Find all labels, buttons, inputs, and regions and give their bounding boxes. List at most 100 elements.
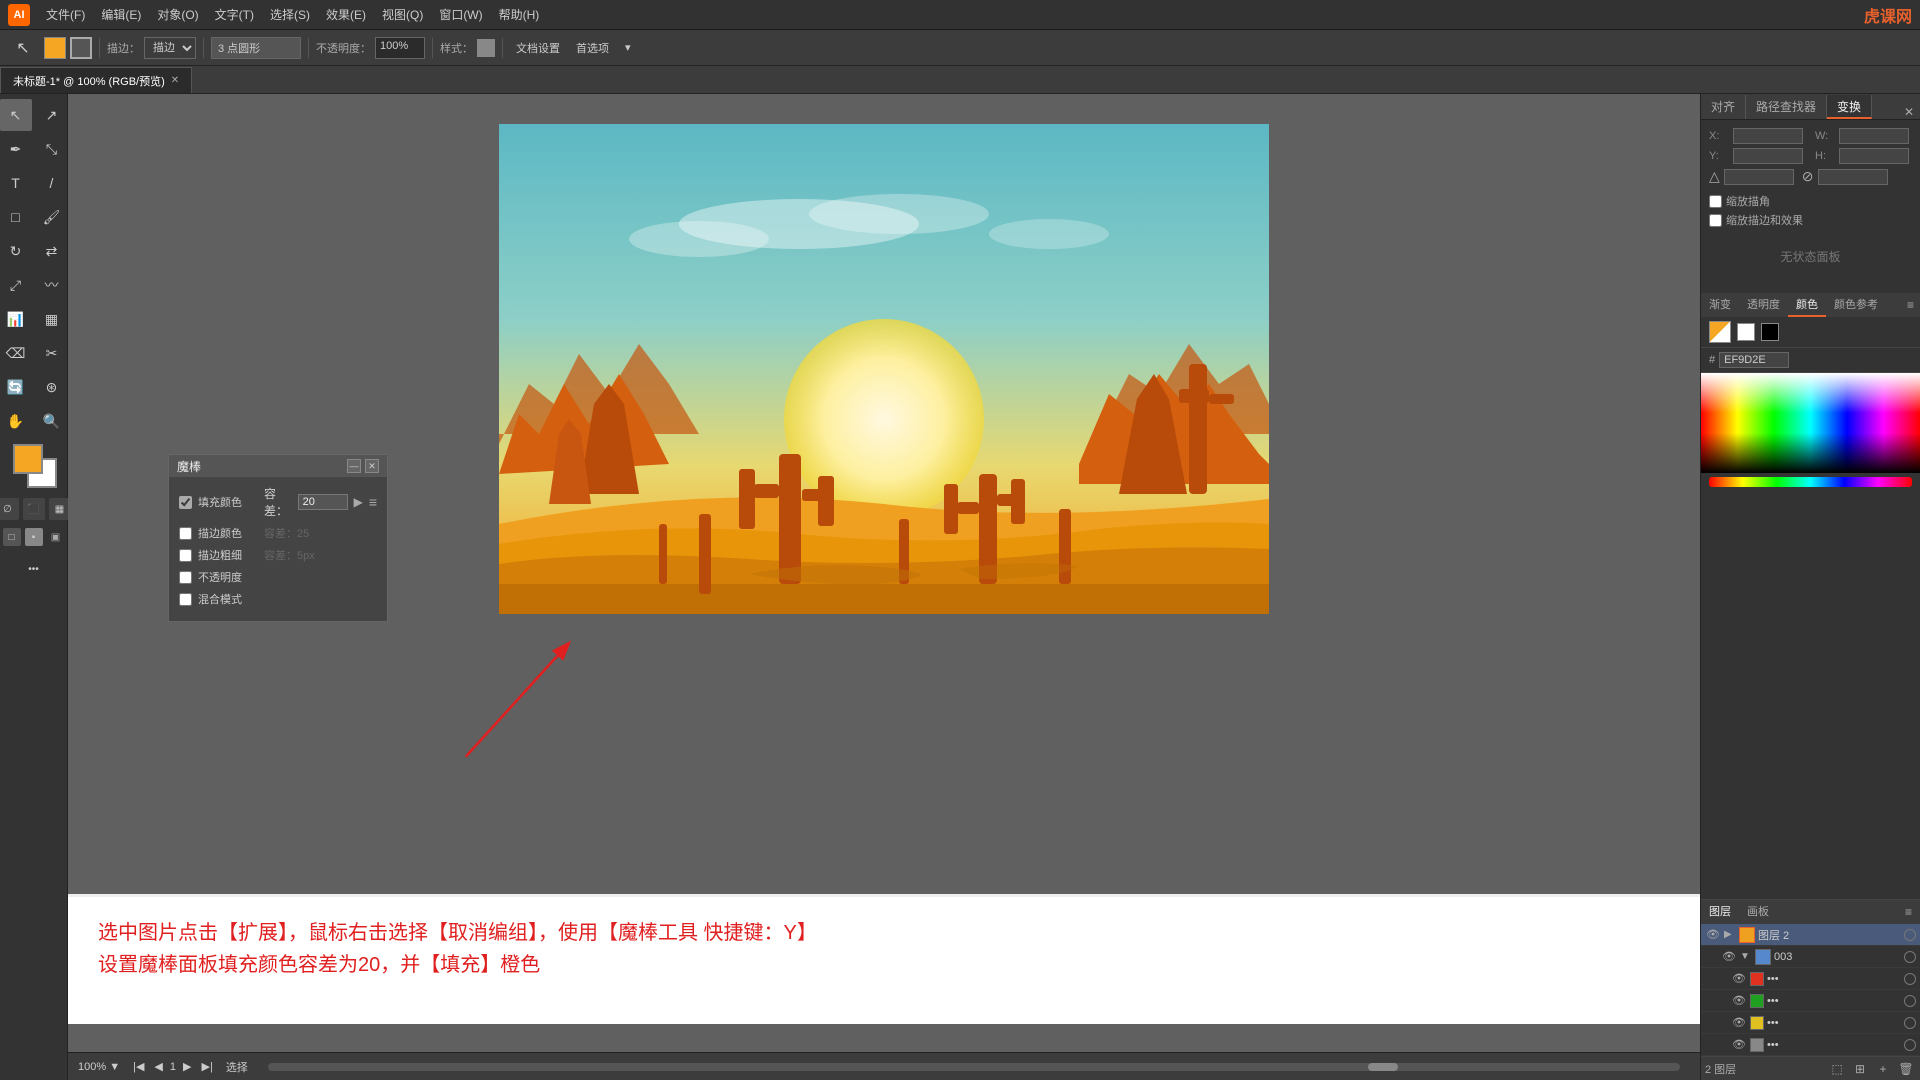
hand-tool[interactable]: ✋ (0, 405, 32, 437)
next-page-btn[interactable]: ▶ (180, 1060, 194, 1073)
tab-align[interactable]: 对齐 (1701, 95, 1746, 119)
menu-edit[interactable]: 编辑(E) (93, 0, 149, 30)
fill-color-box[interactable] (44, 37, 66, 59)
graph-tool[interactable]: 📊 (0, 303, 32, 335)
stroke-color-box[interactable] (70, 37, 92, 59)
curvature-tool[interactable]: ⤡ (36, 133, 68, 165)
line-tool[interactable]: / (36, 167, 68, 199)
scale-corners-checkbox[interactable] (1709, 195, 1722, 208)
hue-slider[interactable] (1709, 477, 1912, 487)
panel-close-btn[interactable]: ✕ (365, 459, 379, 473)
panel-close-right[interactable]: ✕ (1898, 105, 1920, 119)
rotate-tool[interactable]: ↻ (0, 235, 32, 267)
scrollbar-thumb[interactable] (1368, 1063, 1398, 1071)
point-type-input[interactable]: 3 点圆形 (211, 37, 301, 59)
text-tool[interactable]: T (0, 167, 32, 199)
layer-3-eye[interactable]: 👁 (1731, 972, 1747, 985)
menu-object[interactable]: 对象(O) (149, 0, 206, 30)
color-panel-menu[interactable]: ≡ (1901, 298, 1920, 312)
blend-tool[interactable]: ⊛ (36, 371, 68, 403)
scale-tool[interactable]: ⤢ (0, 269, 32, 301)
tolerance-input[interactable] (298, 494, 348, 510)
scale-stroke-checkbox[interactable] (1709, 214, 1722, 227)
screen-mode-1[interactable]: □ (3, 528, 21, 546)
tolerance-increase-btn[interactable]: ▶ (354, 495, 363, 509)
last-page-btn[interactable]: ▶| (198, 1060, 215, 1073)
column-graph[interactable]: ▦ (36, 303, 68, 335)
page-input[interactable]: 1 (170, 1061, 176, 1073)
blend-mode-checkbox[interactable] (179, 593, 192, 606)
selection-tool-btn[interactable]: ↖ (7, 32, 39, 64)
first-page-btn[interactable]: |◀ (130, 1060, 147, 1073)
x-input[interactable] (1733, 128, 1803, 144)
scale-corners-label[interactable]: 缩放描角 (1709, 193, 1912, 209)
menu-effect[interactable]: 效果(E) (318, 0, 374, 30)
extra-tools-btn[interactable]: ••• (18, 553, 50, 585)
shear-input[interactable] (1818, 169, 1888, 185)
menu-window[interactable]: 窗口(W) (431, 0, 490, 30)
panel-title-bar[interactable]: 魔棒 — ✕ (169, 455, 387, 477)
select-tool[interactable]: ↖ (0, 99, 32, 131)
menu-select[interactable]: 选择(S) (262, 0, 318, 30)
none-color-btn[interactable]: ∅ (0, 498, 19, 520)
tab-gradient[interactable]: 渐变 (1701, 293, 1739, 317)
color-spectrum[interactable] (1701, 373, 1920, 473)
make-clipping-btn[interactable]: ⬚ (1827, 1059, 1847, 1079)
fg-color-box[interactable] (13, 444, 43, 474)
layer-2-eye[interactable]: 👁 (1721, 950, 1737, 963)
layer-row-3[interactable]: 👁 ••• (1701, 968, 1920, 990)
horizontal-scrollbar[interactable] (268, 1063, 1680, 1071)
menu-text[interactable]: 文字(T) (207, 0, 262, 30)
angle-input[interactable] (1724, 169, 1794, 185)
menu-help[interactable]: 帮助(H) (491, 0, 548, 30)
reflect-tool[interactable]: ⇄ (36, 235, 68, 267)
scale-stroke-label[interactable]: 缩放描边和效果 (1709, 212, 1912, 228)
layers-panel-menu[interactable]: ≡ (1897, 905, 1920, 919)
style-color-box[interactable] (477, 39, 495, 57)
delete-layer-btn[interactable]: 🗑 (1896, 1059, 1916, 1079)
tab-layers[interactable]: 图层 (1701, 900, 1739, 924)
white-swatch[interactable] (1737, 323, 1755, 341)
layer-1-eye[interactable]: 👁 (1705, 928, 1721, 941)
new-sublayer-btn[interactable]: ⊞ (1850, 1059, 1870, 1079)
w-input[interactable] (1839, 128, 1909, 144)
toolbar-extra[interactable]: ▾ (619, 39, 637, 56)
y-input[interactable] (1733, 148, 1803, 164)
panel-menu-btn[interactable]: ≡ (369, 494, 377, 510)
tab-color[interactable]: 颜色 (1788, 293, 1826, 317)
fill-color-checkbox[interactable] (179, 496, 192, 509)
tab-transparency[interactable]: 透明度 (1739, 293, 1788, 317)
new-layer-btn[interactable]: + (1873, 1059, 1893, 1079)
warp-tool[interactable]: 〰 (36, 269, 68, 301)
layer-1-expand[interactable]: ▶ (1724, 929, 1736, 940)
layer-row-6[interactable]: 👁 ••• (1701, 1034, 1920, 1056)
zoom-tool[interactable]: 🔍 (36, 405, 68, 437)
screen-mode-2[interactable]: ▪ (25, 528, 43, 546)
layer-row-2[interactable]: 👁 ▼ 003 (1701, 946, 1920, 968)
screen-mode-3[interactable]: ▣ (47, 528, 65, 546)
menu-file[interactable]: 文件(F) (38, 0, 93, 30)
layer-row-4[interactable]: 👁 ••• (1701, 990, 1920, 1012)
layer-5-eye[interactable]: 👁 (1731, 1016, 1747, 1029)
pen-tool[interactable]: ✒ (0, 133, 32, 165)
layer-row-1[interactable]: 👁 ▶ 图层 2 (1701, 924, 1920, 946)
active-tab[interactable]: 未标题-1* @ 100% (RGB/预览) ✕ (0, 67, 192, 93)
menu-view[interactable]: 视图(Q) (374, 0, 431, 30)
direct-select-tool[interactable]: ↗ (36, 99, 68, 131)
rect-tool[interactable]: □ (0, 201, 32, 233)
canvas-content[interactable]: 魔棒 — ✕ 填充颜色 容差： ▶ ≡ (68, 94, 1700, 1052)
layer-row-5[interactable]: 👁 ••• (1701, 1012, 1920, 1034)
panel-minimize-btn[interactable]: — (347, 459, 361, 473)
zoom-display[interactable]: 100% ▼ (78, 1061, 120, 1073)
lasso-tool[interactable]: 🔄 (0, 371, 32, 403)
gradient-swatch[interactable] (1709, 321, 1731, 343)
stroke-weight-checkbox[interactable] (179, 549, 192, 562)
brush-tool[interactable]: 🖌 (36, 201, 68, 233)
color-mode-btn[interactable]: ⬛ (23, 498, 45, 520)
scissors-tool[interactable]: ✂ (36, 337, 68, 369)
tab-close-btn[interactable]: ✕ (171, 75, 179, 86)
preferences-btn[interactable]: 首选项 (570, 38, 615, 58)
tab-color-guide[interactable]: 颜色参考 (1826, 293, 1886, 317)
layer-4-eye[interactable]: 👁 (1731, 994, 1747, 1007)
stroke-color-checkbox[interactable] (179, 527, 192, 540)
